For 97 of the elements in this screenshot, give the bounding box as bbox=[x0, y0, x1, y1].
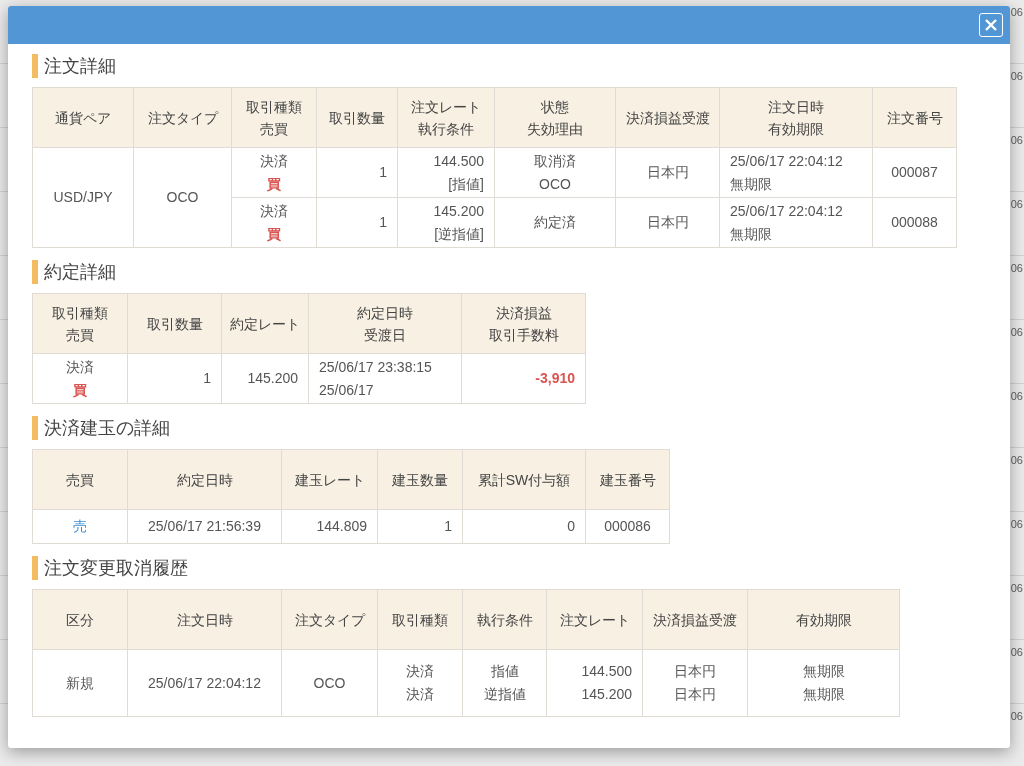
section-title: 注文変更取消履歴 bbox=[32, 556, 188, 580]
expiry-text: 無期限 bbox=[730, 224, 772, 244]
status-text: 約定済 bbox=[534, 213, 576, 232]
column-header: 注文番号 bbox=[886, 108, 943, 128]
column-header: 執行条件 bbox=[418, 119, 474, 139]
table-cell: 25/06/17 21:56:39 bbox=[127, 509, 282, 544]
column-header: 注文日時 bbox=[176, 610, 233, 630]
delivery-date-text: 25/06/17 bbox=[319, 380, 374, 400]
column-header: 取引種類 bbox=[246, 97, 302, 117]
datetime-text: 25/06/17 22:04:12 bbox=[730, 151, 843, 171]
trade-type-text: 決済 bbox=[260, 151, 288, 171]
table-cell: 日本円 bbox=[615, 147, 720, 198]
table-cell: 145.200 bbox=[221, 353, 309, 404]
trade-type-text: 決済 bbox=[66, 357, 94, 377]
table-cell: 日本円 bbox=[615, 197, 720, 248]
section-title: 決済建玉の詳細 bbox=[32, 416, 170, 440]
section-title: 注文詳細 bbox=[32, 54, 116, 78]
side-text: 買 bbox=[267, 224, 281, 244]
column-header: 建玉数量 bbox=[392, 470, 448, 490]
table-cell: 新規 bbox=[32, 649, 128, 717]
table-cell: 1 bbox=[316, 197, 398, 248]
datetime-text: 25/06/17 22:04:12 bbox=[730, 201, 843, 221]
close-icon bbox=[984, 18, 998, 32]
table-cell: 000088 bbox=[872, 197, 957, 248]
column-header: 通貨ペア bbox=[55, 108, 111, 128]
table-cell: 145.200 bbox=[546, 683, 643, 717]
profit-loss-text: -3,910 bbox=[535, 369, 575, 388]
table-cell: 25/06/17 22:04:12 bbox=[127, 649, 282, 717]
column-header: 売買 bbox=[66, 470, 94, 490]
rate-text: 145.200 bbox=[433, 201, 484, 221]
table-cell: 決済 bbox=[377, 683, 463, 717]
column-header: 決済損益 bbox=[495, 303, 552, 323]
column-header: 取引種類 bbox=[392, 610, 448, 630]
column-header: 決済損益受渡 bbox=[653, 610, 737, 630]
column-header: 注文タイプ bbox=[294, 610, 365, 630]
background-table-text: 06 bbox=[1010, 262, 1024, 276]
column-header: 累計SW付与額 bbox=[477, 470, 571, 490]
column-header: 取引種類 bbox=[52, 303, 108, 323]
table-cell: 1 bbox=[127, 353, 222, 404]
background-table-text: 06 bbox=[1010, 198, 1024, 212]
table-cell: 0 bbox=[462, 509, 586, 544]
column-header: 失効理由 bbox=[527, 119, 583, 139]
table-cell: 逆指値 bbox=[462, 683, 547, 717]
column-header: 状態 bbox=[541, 97, 569, 117]
column-header: 取引手数料 bbox=[488, 325, 559, 345]
background-table-text: 06 bbox=[1010, 6, 1024, 20]
column-header: 受渡日 bbox=[364, 325, 406, 345]
background-table-text: 06 bbox=[1010, 454, 1024, 468]
column-header: 注文レート bbox=[411, 97, 481, 117]
trade-type-text: 決済 bbox=[260, 201, 288, 221]
table-cell: OCO bbox=[133, 147, 232, 248]
column-header: 有効期限 bbox=[795, 610, 852, 630]
table-cell: USD/JPY bbox=[32, 147, 134, 248]
background-table-text: 06 bbox=[1010, 70, 1024, 84]
close-button[interactable] bbox=[979, 13, 1003, 37]
column-header: 執行条件 bbox=[476, 610, 533, 630]
column-header: 注文レート bbox=[559, 610, 630, 630]
background-table-text: 06 bbox=[1010, 582, 1024, 596]
background-table-text: 06 bbox=[1010, 518, 1024, 532]
status-text: 取消済 bbox=[534, 151, 576, 171]
column-header: 区分 bbox=[66, 610, 94, 630]
background-table-text: 06 bbox=[1010, 326, 1024, 340]
column-header: 決済損益受渡 bbox=[625, 108, 710, 128]
table-cell: 1 bbox=[377, 509, 463, 544]
side-text: 買 bbox=[73, 380, 87, 400]
background-table-text: 06 bbox=[1010, 390, 1024, 404]
column-header: 約定レート bbox=[230, 314, 300, 334]
background-table-text: 06 bbox=[1010, 646, 1024, 660]
column-header: 建玉番号 bbox=[599, 470, 656, 490]
column-header: 売買 bbox=[260, 119, 288, 139]
condition-text: [指値] bbox=[448, 174, 484, 194]
condition-text: [逆指値] bbox=[434, 224, 484, 244]
table-cell: 売 bbox=[32, 509, 128, 544]
side-text: 買 bbox=[267, 174, 281, 194]
column-header: 約定日時 bbox=[176, 470, 233, 490]
column-header: 取引数量 bbox=[146, 314, 203, 334]
background-table-text: 06 bbox=[1010, 710, 1024, 724]
background-table-text: 06 bbox=[1010, 134, 1024, 148]
section-title: 約定詳細 bbox=[32, 260, 116, 284]
table-cell: 無期限 bbox=[747, 683, 900, 717]
table-cell: 1 bbox=[316, 147, 398, 198]
column-header: 約定日時 bbox=[357, 303, 413, 323]
table-cell: 144.809 bbox=[281, 509, 378, 544]
table-cell: OCO bbox=[281, 649, 378, 717]
column-header: 建玉レート bbox=[294, 470, 365, 490]
table-cell: 000087 bbox=[872, 147, 957, 198]
datetime-text: 25/06/17 23:38:15 bbox=[319, 357, 432, 377]
table-cell: 日本円 bbox=[642, 683, 748, 717]
rate-text: 144.500 bbox=[433, 151, 484, 171]
reason-text: OCO bbox=[539, 174, 571, 194]
column-header: 取引数量 bbox=[329, 108, 385, 128]
column-header: 有効期限 bbox=[768, 119, 824, 139]
column-header: 売買 bbox=[66, 325, 94, 345]
column-header: 注文タイプ bbox=[147, 108, 218, 128]
table-cell: 000086 bbox=[585, 509, 670, 544]
expiry-text: 無期限 bbox=[730, 174, 772, 194]
column-header: 注文日時 bbox=[768, 97, 824, 117]
